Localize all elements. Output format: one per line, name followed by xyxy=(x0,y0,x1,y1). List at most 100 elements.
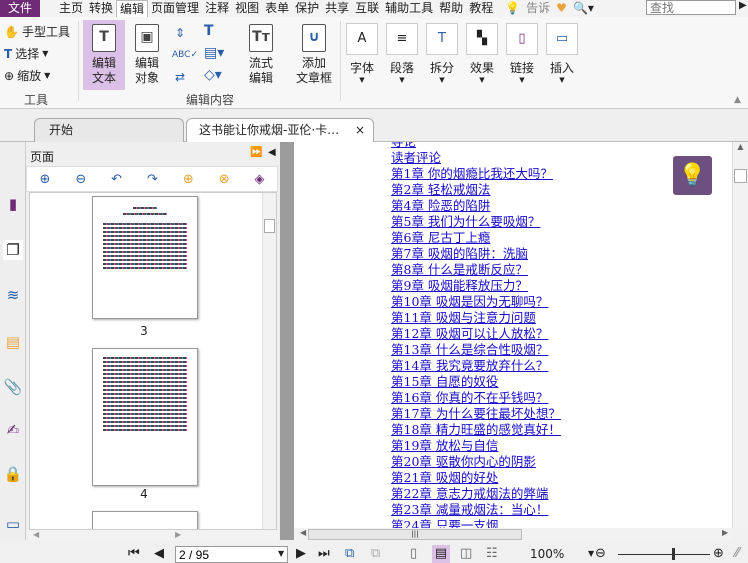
pages-panel-icon[interactable]: ❐ xyxy=(3,240,23,260)
next-page-button[interactable]: ▶ xyxy=(296,545,306,563)
spell-check-icon[interactable]: ABC✓ xyxy=(172,44,198,66)
collapse-panel-icon[interactable]: ◀ xyxy=(268,147,276,158)
paragraph-button[interactable]: ≡ 段落 ▼ xyxy=(385,23,419,84)
page-thumbnail-5[interactable] xyxy=(92,511,198,529)
zoom-in-icon[interactable]: ⊕ xyxy=(713,545,724,563)
page-number-input[interactable] xyxy=(175,546,288,563)
heart-icon[interactable]: ♥ xyxy=(553,0,570,17)
menu-accessibility[interactable]: 辅助工具 xyxy=(382,0,436,17)
insert-image-icon[interactable]: ▤▾ xyxy=(204,42,224,64)
zoom-slider[interactable] xyxy=(618,554,710,555)
rotate-left-icon[interactable]: ↶ xyxy=(111,172,122,187)
page-bookmark-icon[interactable]: ◈ xyxy=(255,172,265,187)
signature-icon[interactable]: ✍ xyxy=(3,420,23,440)
menu-page-manage[interactable]: 页面管理 xyxy=(148,0,202,17)
toc-link[interactable]: 第15章 自愿的奴役 xyxy=(391,374,498,390)
zoom-tool-button[interactable]: ⊕ 缩放 ▼ xyxy=(4,67,50,84)
next-view-icon[interactable]: ⧉ xyxy=(371,545,380,563)
rotate-right-icon[interactable]: ↷ xyxy=(147,172,158,187)
insert-page-icon[interactable]: ⊕ xyxy=(183,172,194,187)
toc-link[interactable]: 第23章 减量戒烟法：当心！ xyxy=(391,502,548,518)
link-button[interactable]: ▯ 链接 ▼ xyxy=(505,23,539,84)
toc-link[interactable]: 第13章 什么是综合性吸烟？ xyxy=(391,342,548,358)
comments-icon[interactable]: ▤ xyxy=(3,332,23,352)
menu-share[interactable]: 共享 xyxy=(322,0,352,17)
search-input[interactable] xyxy=(646,0,736,15)
toc-link[interactable]: 第10章 吸烟是因为无聊吗？ xyxy=(391,294,548,310)
continuous-page-icon[interactable]: ▤ xyxy=(432,545,450,563)
menu-protect[interactable]: 保护 xyxy=(292,0,322,17)
text-icon[interactable]: T xyxy=(204,20,224,42)
expand-panel-icon[interactable]: ⏩ xyxy=(250,147,262,158)
toc-link[interactable]: 第11章 吸烟与注意力问题 xyxy=(391,310,536,326)
previous-view-icon[interactable]: ⧉ xyxy=(345,545,354,563)
replace-icon[interactable]: ⇄ xyxy=(172,66,188,88)
facing-pages-icon[interactable]: ◫ xyxy=(460,545,472,563)
first-page-button[interactable]: ⏮ xyxy=(128,545,140,563)
delete-page-icon[interactable]: ⊗ xyxy=(219,172,230,187)
tab-document[interactable]: 这书能让你戒烟-亚伦·卡… × xyxy=(186,118,374,142)
attachment-icon[interactable]: 📎 xyxy=(3,377,23,397)
toc-link[interactable]: 第2章 轻松戒烟法 xyxy=(391,182,490,198)
page-dropdown-icon[interactable]: ▼ xyxy=(278,545,284,563)
toc-link[interactable]: 第6章 尼古丁上瘾 xyxy=(391,230,490,246)
zoom-dropdown-icon[interactable]: ▼ xyxy=(588,545,594,563)
tell-me[interactable]: 告诉 xyxy=(523,0,553,17)
shape-icon[interactable]: ◇▾ xyxy=(204,64,224,86)
toc-link[interactable]: 第21章 吸烟的好处 xyxy=(391,470,498,486)
close-icon[interactable]: × xyxy=(355,119,365,142)
thumbnail-scrollbar[interactable] xyxy=(262,193,276,529)
continuous-facing-icon[interactable]: ☷ xyxy=(486,545,498,563)
page-thumbnail-4[interactable] xyxy=(92,348,198,486)
tab-start[interactable]: 开始 xyxy=(34,118,184,142)
toc-link[interactable]: 第19章 放松与自信 xyxy=(391,438,498,454)
line-spacing-icon[interactable]: ⇕ xyxy=(172,22,188,44)
scroll-thumb[interactable] xyxy=(734,169,747,183)
menu-convert[interactable]: 转换 xyxy=(86,0,116,17)
toc-link[interactable]: 第1章 你的烟瘾比我还大吗？ xyxy=(391,166,553,182)
add-textbox-button[interactable]: ∪ 添加 文章框 xyxy=(292,20,336,86)
toc-link[interactable]: 第5章 我们为什么要吸烟？ xyxy=(391,214,540,230)
hand-tool-button[interactable]: ✋ 手型工具 xyxy=(4,23,70,40)
menu-view[interactable]: 视图 xyxy=(232,0,262,17)
menu-scroll-right[interactable]: ▶ xyxy=(739,0,747,11)
edit-object-button[interactable]: ▣ 编辑 对象 xyxy=(126,20,168,86)
zoom-out-icon[interactable]: ⊖ xyxy=(595,545,606,563)
form-fields-icon[interactable]: ▭ xyxy=(3,514,23,534)
toc-link[interactable]: 第22章 意志力戒烟法的弊端 xyxy=(391,486,548,502)
toc-link[interactable]: 读者评论 xyxy=(391,150,441,166)
menu-tutorial[interactable]: 教程 xyxy=(466,0,496,17)
zoom-level[interactable]: 100% xyxy=(530,545,564,563)
collapse-ribbon-icon[interactable]: ▲ xyxy=(734,95,741,105)
zoom-in-page-icon[interactable]: ⊕ xyxy=(39,172,50,187)
toc-link[interactable]: 第24章 只要一支烟 xyxy=(391,518,498,528)
toc-link[interactable]: 第14章 我究竟要放弃什么？ xyxy=(391,358,548,374)
layers-icon[interactable]: ≋ xyxy=(3,285,23,305)
menu-edit[interactable]: 编辑 xyxy=(116,0,149,18)
menu-comment[interactable]: 注释 xyxy=(202,0,232,17)
toc-link[interactable]: 导论 xyxy=(391,142,416,150)
flow-edit-button[interactable]: Tт 流式 编辑 xyxy=(240,20,282,86)
bookmark-panel-icon[interactable]: ▮ xyxy=(3,194,23,214)
toc-link[interactable]: 第4章 险恶的陷阱 xyxy=(391,198,490,214)
single-page-icon[interactable]: ▯ xyxy=(410,545,417,563)
menu-help[interactable]: 帮助 xyxy=(436,0,466,17)
menu-connect[interactable]: 互联 xyxy=(352,0,382,17)
previous-page-button[interactable]: ◀ xyxy=(154,545,164,563)
document-vscrollbar[interactable]: ▲ xyxy=(732,142,748,528)
menu-form[interactable]: 表单 xyxy=(262,0,292,17)
document-hscrollbar[interactable]: ◀ ||| ▶ xyxy=(294,528,732,541)
hscroll-thumb[interactable]: ||| xyxy=(308,529,522,540)
resize-grip-icon[interactable]: ⁄⁄ xyxy=(735,545,739,563)
panel-splitter[interactable] xyxy=(280,142,294,540)
toc-link[interactable]: 第18章 精力旺盛的感觉真好！ xyxy=(391,422,561,438)
zoom-slider-thumb[interactable] xyxy=(672,548,676,560)
edit-text-button[interactable]: T 编辑 文本 xyxy=(83,20,125,90)
effects-button[interactable]: ▚ 效果 ▼ xyxy=(465,23,499,84)
split-button[interactable]: T 拆分 ▼ xyxy=(425,23,459,84)
menu-file[interactable]: 文件 xyxy=(0,0,40,17)
toc-link[interactable]: 第9章 吸烟能释放压力？ xyxy=(391,278,528,294)
security-lock-icon[interactable]: 🔒 xyxy=(3,464,23,484)
select-tool-button[interactable]: T 选择 ▼ xyxy=(4,45,48,62)
last-page-button[interactable]: ⏭ xyxy=(318,545,330,563)
